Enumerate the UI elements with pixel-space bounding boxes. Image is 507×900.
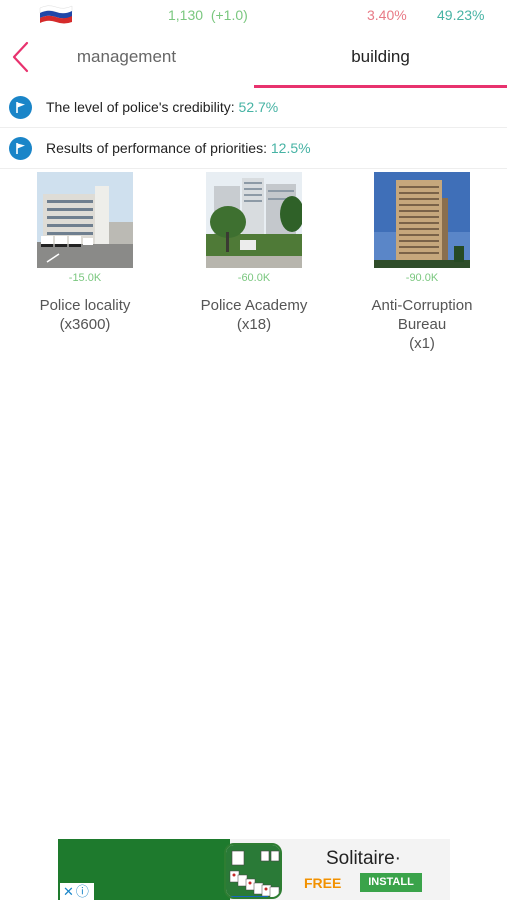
metric-value: 52.7% <box>238 99 279 115</box>
ad-free-label: FREE <box>304 875 342 891</box>
police-academy-image <box>206 172 302 268</box>
tab-building[interactable]: building <box>254 44 507 88</box>
ad-install-button[interactable]: INSTALL <box>360 873 422 892</box>
metric-row-priorities: Results of performance of priorities: 12… <box>0 129 507 169</box>
building-count: (x1) <box>409 335 435 352</box>
score-value: 1,130 (+1.0) <box>168 7 248 23</box>
building-name: Police locality <box>39 297 131 314</box>
score-delta: (+1.0) <box>210 7 248 23</box>
flag-info-icon <box>9 137 32 160</box>
building-cost: -15.0K <box>68 272 102 284</box>
metric-label: Results of performance of priorities: <box>46 140 267 156</box>
building-cost: -90.0K <box>405 272 439 284</box>
flag-info-icon <box>9 96 32 119</box>
russia-flag-icon <box>39 5 73 24</box>
metric-label: The level of police's credibility: <box>46 99 235 115</box>
anti-corruption-bureau-image <box>374 172 470 268</box>
building-cost: -60.0K <box>237 272 271 284</box>
ad-title: Solitaire· <box>326 848 401 869</box>
stat-teal-value: 49.23% <box>437 7 485 23</box>
ad-close-icon[interactable]: ✕ <box>63 884 74 899</box>
building-card-police-academy[interactable]: -60.0K Police Academy (x18) <box>169 172 339 334</box>
ad-info-icon[interactable]: ⓘ <box>76 884 89 899</box>
metric-row-credibility: The level of police's credibility: 52.7% <box>0 88 507 128</box>
building-name: Police Academy <box>200 297 308 314</box>
status-bar: 1,130 (+1.0) 3.40% 49.23% <box>0 0 507 32</box>
solitaire-app-icon[interactable] <box>224 843 282 899</box>
building-card-anti-corruption-bureau[interactable]: -90.0K Anti-Corruption Bureau (x1) <box>337 172 507 353</box>
metric-value: 12.5% <box>270 140 311 156</box>
building-name: Anti-Corruption Bureau <box>371 297 473 333</box>
building-count: (x3600) <box>59 316 111 333</box>
ad-banner[interactable]: ✕ ⓘ Solitaire· FREE INSTALL <box>58 839 450 900</box>
ad-close-info[interactable]: ✕ ⓘ <box>60 883 94 900</box>
building-card-police-locality[interactable]: -15.0K Police locality (x3600) <box>0 172 170 334</box>
tab-management[interactable]: management <box>0 44 253 88</box>
police-locality-image <box>37 172 133 268</box>
building-count: (x18) <box>236 316 272 333</box>
stat-red-value: 3.40% <box>367 7 407 23</box>
